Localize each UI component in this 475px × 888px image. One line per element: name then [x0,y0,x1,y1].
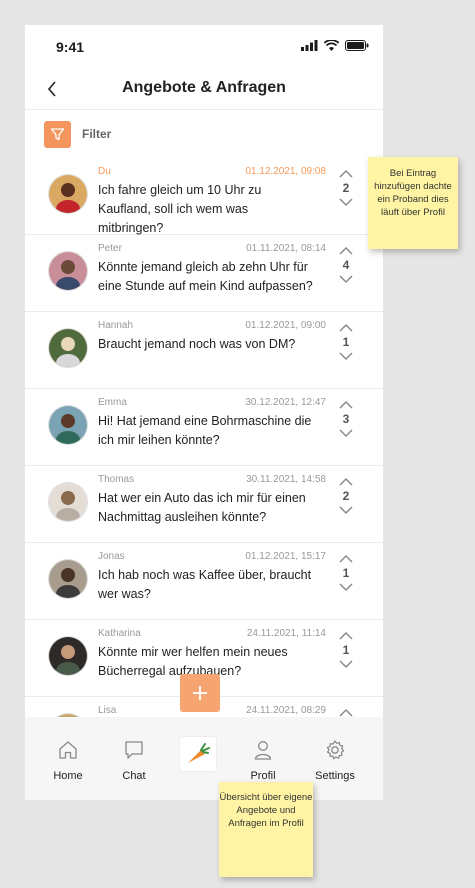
post-timestamp: 24.11.2021, 08:29 [246,705,326,716]
vote-count: 2 [342,181,350,195]
post-author: Emma [98,397,127,408]
upvote-icon[interactable] [337,245,355,257]
avatar [48,636,88,676]
post-author: Hannah [98,320,134,331]
tab-home-label: Home [53,770,83,782]
post-timestamp: 30.11.2021, 14:58 [246,474,326,485]
vote-count: 4 [342,258,350,272]
tab-home[interactable]: Home [38,739,98,782]
post-author: Lisa [98,705,117,716]
tab-chat[interactable]: Chat [104,739,164,782]
avatar [48,251,88,291]
avatar [48,559,88,599]
post-feed: Du 01.12.2021, 09:08 Ich fahre gleich um… [25,158,383,718]
downvote-icon[interactable] [337,273,355,285]
post-item[interactable]: Du 01.12.2021, 09:08 Ich fahre gleich um… [25,158,383,235]
post-author: Thomas [98,474,135,485]
upvote-icon[interactable] [337,168,355,180]
tab-settings[interactable]: Settings [305,739,365,782]
chat-icon [125,741,143,759]
upvote-icon[interactable] [337,553,355,565]
post-timestamp: 01.12.2021, 15:17 [245,551,326,562]
avatar [48,482,88,522]
post-author: Jonas [98,551,125,562]
avatar [48,405,88,445]
post-author: Katharina [98,628,141,639]
vote-control: 1 [337,322,355,376]
vote-count: 2 [342,489,350,503]
upvote-icon[interactable] [337,630,355,642]
add-post-button[interactable] [180,674,220,712]
post-item[interactable]: Emma 30.12.2021, 12:47 Hi! Hat jemand ei… [25,389,383,466]
status-bar: 9:41 [25,25,383,69]
vote-control: 1 [337,553,355,607]
post-item[interactable]: Peter 01.11.2021, 08:14 Könnte jemand gl… [25,235,383,312]
vote-control: 2 [337,168,355,222]
vote-control: 3 [337,399,355,453]
post-timestamp: 24.11.2021, 11:14 [246,628,326,639]
downvote-icon[interactable] [337,350,355,362]
post-timestamp: 01.12.2021, 09:00 [245,320,326,331]
post-timestamp: 30.12.2021, 12:47 [245,397,326,408]
upvote-icon[interactable] [337,399,355,411]
nav-header: Angebote & Anfragen [25,69,383,110]
post-message: Hi! Hat jemand eine Bohrmaschine die ich… [98,414,312,447]
vote-control: 4 [337,245,355,299]
sticky-note-profile: Übersicht über eigene Angebote und Anfra… [219,782,313,877]
post-timestamp: 01.11.2021, 08:14 [246,243,326,254]
vote-count: 1 [342,335,350,349]
battery-icon [345,40,369,51]
status-time: 9:41 [56,39,85,55]
post-author: Du [98,166,111,177]
filter-row: Filter [25,115,383,155]
avatar [48,328,88,368]
vote-count: 1 [342,566,350,580]
post-message: Braucht jemand noch was von DM? [98,337,296,351]
post-message: Ich fahre gleich um 10 Uhr zu Kaufland, … [98,183,262,235]
gear-icon [326,740,345,760]
post-item[interactable]: Thomas 30.11.2021, 14:58 Hat wer ein Aut… [25,466,383,543]
downvote-icon[interactable] [337,658,355,670]
post-item[interactable]: Jonas 01.12.2021, 15:17 Ich hab noch was… [25,543,383,620]
page-title: Angebote & Anfragen [122,79,286,96]
downvote-icon[interactable] [337,427,355,439]
post-author: Peter [98,243,122,254]
user-icon [254,741,272,760]
phone-screen: 9:41 Angebote & Anfragen Filter Du 01.12… [25,25,383,800]
tab-profil-label: Profil [250,770,276,782]
signal-icon [301,40,318,51]
post-item[interactable]: Hannah 01.12.2021, 09:00 Braucht jemand … [25,312,383,389]
post-message: Könnte jemand gleich ab zehn Uhr für ein… [98,260,313,293]
tab-bar: Home Chat Profil Settings [25,717,383,800]
vote-control: 2 [337,476,355,530]
post-message: Hat wer ein Auto das ich mir für einen N… [98,491,306,524]
vote-count: 1 [342,643,350,657]
status-icons [301,40,369,51]
tab-chat-label: Chat [122,770,146,782]
sticky-note-add-entry: Bei Eintrag hinzufügen dachte ein Proban… [368,157,458,249]
avatar [48,174,88,214]
plus-icon [193,686,207,700]
post-message: Ich hab noch was Kaffee über, braucht we… [98,568,312,601]
downvote-icon[interactable] [337,196,355,208]
downvote-icon[interactable] [337,504,355,516]
wifi-icon [324,40,339,51]
post-timestamp: 01.12.2021, 09:08 [245,166,326,177]
carrot-logo-button[interactable] [180,737,216,771]
filter-icon[interactable] [44,121,71,148]
carrot-icon [188,743,210,763]
tab-settings-label: Settings [315,770,355,782]
downvote-icon[interactable] [337,581,355,593]
upvote-icon[interactable] [337,476,355,488]
upvote-icon[interactable] [337,322,355,334]
filter-label[interactable]: Filter [82,127,111,141]
tab-profil[interactable]: Profil [233,739,293,782]
vote-count: 3 [342,412,350,426]
home-icon [59,741,77,759]
vote-control: 1 [337,630,355,684]
